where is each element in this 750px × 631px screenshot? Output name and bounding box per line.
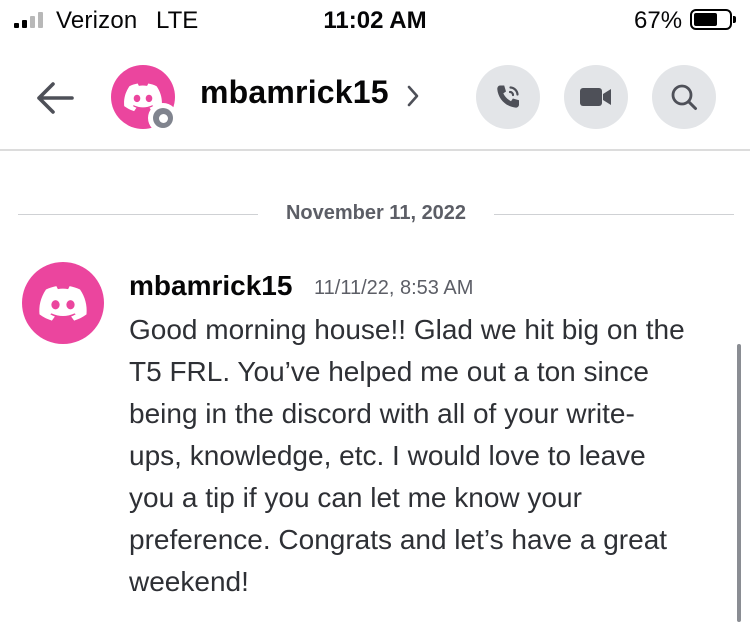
message-line: T5 FRL. You’ve helped me out a ton since xyxy=(129,356,649,387)
message-author[interactable]: mbamrick15 xyxy=(129,270,292,302)
message-line: Good morning house!! Glad we hit big on … xyxy=(129,314,685,345)
battery-percent: 67% xyxy=(634,7,683,34)
dm-header: mbamrick15 xyxy=(0,52,750,150)
video-camera-icon xyxy=(580,88,611,106)
chevron-right-icon[interactable] xyxy=(406,84,420,113)
voice-call-button[interactable] xyxy=(476,65,540,129)
message-timestamp: 11/11/22, 8:53 AM xyxy=(314,277,474,299)
discord-logo-icon xyxy=(39,286,87,321)
date-divider: November 11, 2022 xyxy=(18,199,734,229)
phone-call-icon xyxy=(497,85,519,108)
offline-status-icon xyxy=(148,103,178,133)
battery-icon xyxy=(690,9,736,30)
message-line: ups, knowledge, etc. I would love to lea… xyxy=(129,440,646,471)
search-button[interactable] xyxy=(652,65,716,129)
message-content[interactable]: Good morning house!! Glad we hit big on … xyxy=(129,309,729,603)
message-line: weekend! xyxy=(129,566,249,597)
video-call-button[interactable] xyxy=(564,65,628,129)
scrollbar[interactable] xyxy=(737,344,741,622)
battery-fill xyxy=(694,13,717,26)
back-arrow-icon[interactable] xyxy=(30,76,80,120)
dm-username[interactable]: mbamrick15 xyxy=(200,74,389,111)
search-icon xyxy=(671,84,697,110)
message-author-avatar[interactable] xyxy=(22,262,104,344)
message-line: you a tip if you can let me know your xyxy=(129,482,582,513)
header-divider xyxy=(0,149,750,151)
status-bar: Verizon LTE 11:02 AM 67% xyxy=(0,0,750,40)
message-line: being in the discord with all of your wr… xyxy=(129,398,635,429)
message-line: preference. Congrats and let’s have a gr… xyxy=(129,524,668,555)
